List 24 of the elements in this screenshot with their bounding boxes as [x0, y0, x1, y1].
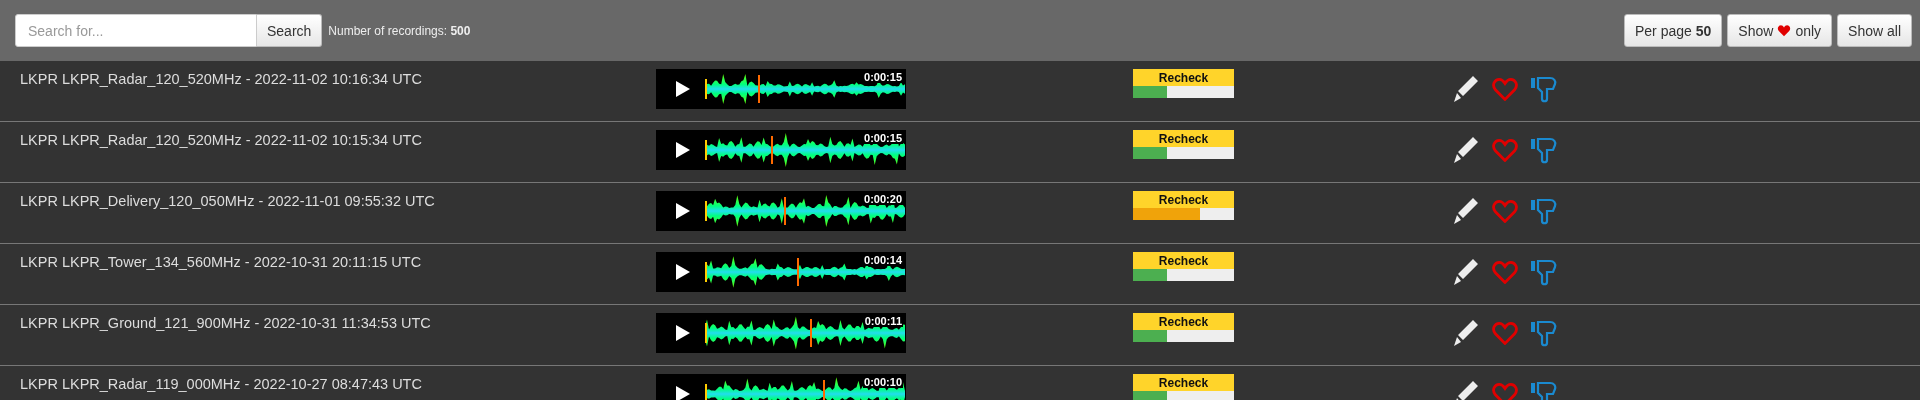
recheck-button[interactable]: Recheck [1133, 130, 1234, 147]
recording-title: LKPR LKPR_Tower_134_560MHz - 2022-10-31 20:11:15 UTC [20, 253, 423, 270]
duration-label: 0:00:15 [863, 71, 903, 83]
recheck-button[interactable]: Recheck [1133, 191, 1234, 208]
duration-label: 0:00:14 [863, 254, 903, 266]
favorites-only-button[interactable]: Show only [1727, 14, 1833, 47]
duration-label: 0:00:15 [863, 132, 903, 144]
duration-label: 0:00:20 [863, 193, 903, 205]
recheck-button[interactable]: Recheck [1133, 252, 1234, 269]
recheck-button[interactable]: Recheck [1133, 313, 1234, 330]
recording-title: LKPR LKPR_Radar_120_520MHz - 2022-11-02 10:16:34 UTC [20, 70, 423, 87]
show-all-button[interactable]: Show all [1837, 14, 1912, 47]
recheck-button[interactable]: Recheck [1133, 374, 1234, 391]
recording-title: LKPR LKPR_Ground_121_900MHz - 2022-10-31 11:34:53 UTC [20, 314, 432, 331]
search-field[interactable]: Search for... [15, 14, 257, 47]
duration-label: 0:00:11 [863, 315, 903, 327]
recheck-button[interactable]: Recheck [1133, 69, 1234, 86]
recording-title: LKPR LKPR_Radar_119_000MHz - 2022-10-27 08:47:43 UTC [20, 375, 423, 392]
search-button[interactable]: Search [257, 14, 323, 47]
recordings-count: Number of recordings: 500 [328, 23, 471, 38]
recording-title: LKPR LKPR_Radar_120_520MHz - 2022-11-02 10:15:34 UTC [20, 131, 423, 148]
recording-title: LKPR LKPR_Delivery_120_050MHz - 2022-11-01 09:55:32 UTC [20, 192, 436, 209]
per-page-button[interactable]: Per page 50 [1623, 14, 1723, 47]
duration-label: 0:00:10 [863, 376, 903, 388]
